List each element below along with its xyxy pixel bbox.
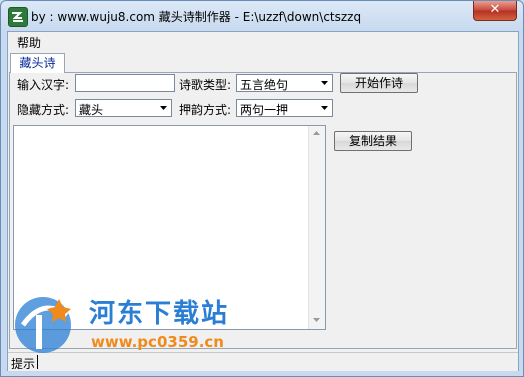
input-chars-label: 输入汉字: [17,78,70,92]
rhyme-value: 两句一押 [240,103,289,117]
close-button[interactable]: ✕ [473,1,517,21]
start-button[interactable]: 开始作诗 [340,73,418,93]
input-chars-field[interactable] [75,74,175,92]
result-textarea[interactable] [13,125,326,330]
copy-result-button[interactable]: 复制结果 [334,131,412,151]
status-separator [37,355,38,369]
window-title: by : www.wuju8.com 藏头诗制作器 - E:\uzzf\down… [31,10,362,24]
scroll-up-icon[interactable] [309,126,325,142]
app-logo-icon [8,7,28,27]
poem-type-value: 五言绝句 [240,78,289,92]
poem-type-label: 诗歌类型: [179,78,232,92]
chevron-down-icon[interactable] [156,100,171,116]
rhyme-label: 押韵方式: [179,103,232,117]
menu-bar: 帮助 [8,32,518,51]
status-bar: 提示 [8,352,518,371]
chevron-down-icon[interactable] [317,100,332,116]
poem-type-select[interactable]: 五言绝句 [236,74,333,92]
hide-mode-label: 隐藏方式: [17,103,70,117]
client-area: 帮助 藏头诗 输入汉字: 诗歌类型: 五言绝句 开始作诗 隐藏方式: 藏头 押韵… [7,31,519,371]
menu-item-help[interactable]: 帮助 [16,34,42,51]
tab-acrostic[interactable]: 藏头诗 [10,53,65,73]
title-bar[interactable]: by : www.wuju8.com 藏头诗制作器 - E:\uzzf\down… [1,1,523,31]
rhyme-select[interactable]: 两句一押 [236,99,333,117]
vertical-scrollbar[interactable] [308,126,325,329]
hide-mode-select[interactable]: 藏头 [75,99,172,117]
chevron-down-icon[interactable] [317,75,332,91]
app-window: by : www.wuju8.com 藏头诗制作器 - E:\uzzf\down… [0,0,524,377]
scroll-down-icon[interactable] [309,313,325,329]
status-text: 提示 [11,357,36,371]
tab-strip: 藏头诗 [8,51,518,73]
hide-mode-value: 藏头 [79,103,104,117]
